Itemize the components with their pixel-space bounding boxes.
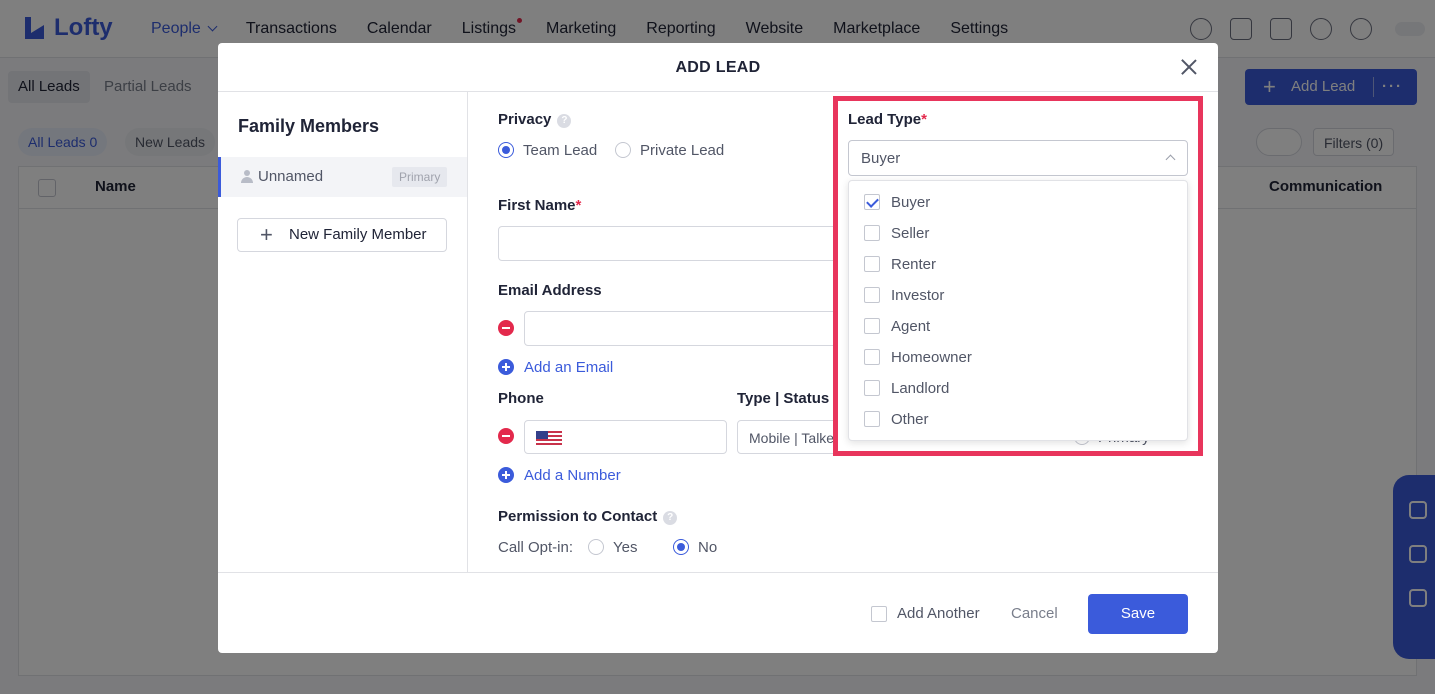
call-optin-label: Call Opt-in: — [498, 539, 574, 556]
add-email-link[interactable]: Add an Email — [524, 359, 613, 376]
permission-label-text: Permission to Contact — [498, 508, 658, 525]
privacy-label-text: Privacy — [498, 111, 552, 128]
new-family-member-label: New Family Member — [289, 226, 427, 243]
privacy-label: Privacy? — [498, 111, 572, 128]
optin-yes-label: Yes — [613, 539, 638, 556]
highlight-annotation — [833, 96, 1203, 456]
primary-badge: Primary — [392, 167, 448, 187]
remove-phone-icon[interactable] — [498, 428, 514, 444]
add-number-link[interactable]: Add a Number — [524, 467, 621, 484]
help-icon[interactable]: ? — [557, 114, 572, 128]
phone-type-value: Mobile | Talked — [749, 430, 838, 446]
family-member-item[interactable]: Unnamed Primary — [218, 157, 467, 197]
plus-icon: + — [260, 222, 273, 247]
add-another-checkbox[interactable] — [871, 606, 887, 622]
permission-label: Permission to Contact? — [498, 508, 678, 525]
first-name-label-text: First Name — [498, 197, 576, 214]
new-family-member-button[interactable]: + New Family Member — [237, 218, 447, 252]
radio-team-lead[interactable] — [498, 142, 514, 158]
type-status-label: Type | Status — [737, 390, 830, 407]
family-members-panel: Family Members Unnamed Primary + New Fam… — [218, 92, 468, 572]
close-icon[interactable] — [1179, 57, 1199, 77]
help-icon[interactable]: ? — [663, 511, 678, 525]
add-email-icon[interactable] — [498, 359, 514, 375]
first-name-label: First Name* — [498, 197, 581, 214]
family-members-title: Family Members — [238, 116, 380, 136]
add-number-icon[interactable] — [498, 467, 514, 483]
radio-optin-yes[interactable] — [588, 539, 604, 555]
phone-input[interactable] — [524, 420, 727, 454]
add-lead-modal: ADD LEAD Family Members Unnamed Primary … — [218, 43, 1218, 653]
team-lead-label: Team Lead — [523, 142, 598, 159]
phone-label: Phone — [498, 390, 544, 407]
modal-footer: Add Another Cancel Save — [218, 572, 1218, 653]
add-another-label: Add Another — [897, 605, 980, 622]
optin-no-label: No — [698, 539, 718, 556]
save-button[interactable]: Save — [1088, 594, 1188, 634]
phone-type-select[interactable]: Mobile | Talked — [737, 420, 838, 454]
us-flag-icon[interactable] — [536, 431, 562, 445]
private-lead-label: Private Lead — [640, 142, 725, 159]
first-name-input[interactable] — [498, 226, 838, 261]
member-name: Unnamed — [258, 168, 324, 185]
radio-optin-no[interactable] — [673, 539, 689, 555]
user-icon — [241, 170, 253, 183]
radio-private-lead[interactable] — [615, 142, 631, 158]
modal-header: ADD LEAD — [218, 43, 1218, 92]
remove-email-icon[interactable] — [498, 320, 514, 336]
cancel-button[interactable]: Cancel — [1011, 605, 1058, 622]
email-label: Email Address — [498, 282, 602, 299]
email-input[interactable] — [524, 311, 838, 346]
required-mark: * — [575, 197, 582, 214]
modal-title: ADD LEAD — [675, 59, 761, 76]
